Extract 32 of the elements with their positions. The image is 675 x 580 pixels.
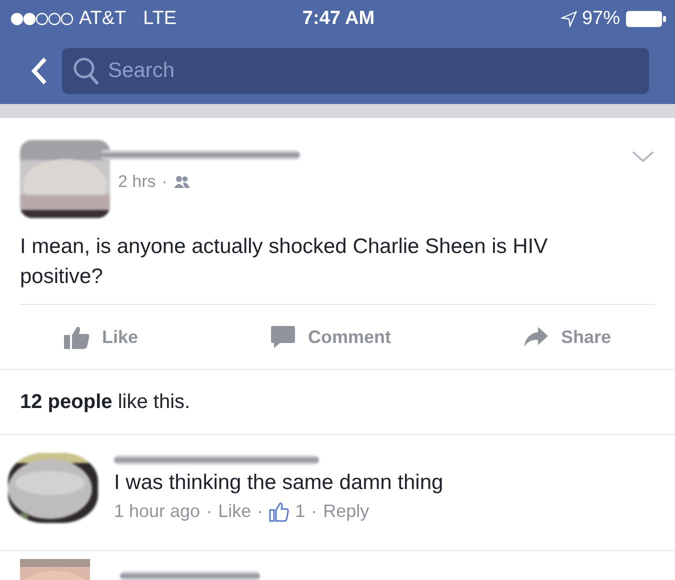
like-count: 1 xyxy=(295,501,306,522)
location-arrow-icon xyxy=(560,11,577,27)
share-arrow-icon xyxy=(522,326,549,348)
search-field[interactable]: Search xyxy=(62,48,649,94)
back-button[interactable] xyxy=(30,56,48,86)
battery-percentage: 97% xyxy=(582,8,620,30)
comment-button[interactable]: Comment xyxy=(270,325,391,349)
separator-dot: · xyxy=(257,501,264,522)
like-button[interactable]: Like xyxy=(64,325,138,349)
separator-dot: · xyxy=(162,172,168,192)
comment-text: I was thinking the same damn thing xyxy=(114,471,444,495)
battery-icon xyxy=(625,10,667,28)
speech-bubble-icon xyxy=(270,325,296,349)
reply-link[interactable]: Reply xyxy=(323,501,370,522)
likes-summary: 12 people like this. xyxy=(20,390,190,414)
chevron-left-icon xyxy=(30,56,48,86)
like-link[interactable]: Like xyxy=(218,501,252,522)
network-type: LTE xyxy=(143,8,177,30)
post-time: 2 hrs xyxy=(118,172,156,192)
carrier: AT&T xyxy=(79,8,126,30)
comment-time: 1 hour ago xyxy=(114,501,200,522)
clock: 7:47 AM xyxy=(302,8,375,30)
separator-dot: · xyxy=(311,501,318,522)
chevron-down-icon xyxy=(631,150,655,164)
friends-icon xyxy=(173,175,192,189)
post-text: I mean, is anyone actually shocked Charlie Sheen is HIV positive? xyxy=(20,234,549,290)
signal-icon xyxy=(10,12,74,26)
search-icon xyxy=(72,56,100,86)
thumbs-up-icon xyxy=(269,502,290,522)
share-button[interactable]: Share xyxy=(522,326,611,348)
thumbs-up-icon xyxy=(64,325,90,349)
separator-dot: · xyxy=(206,501,212,522)
